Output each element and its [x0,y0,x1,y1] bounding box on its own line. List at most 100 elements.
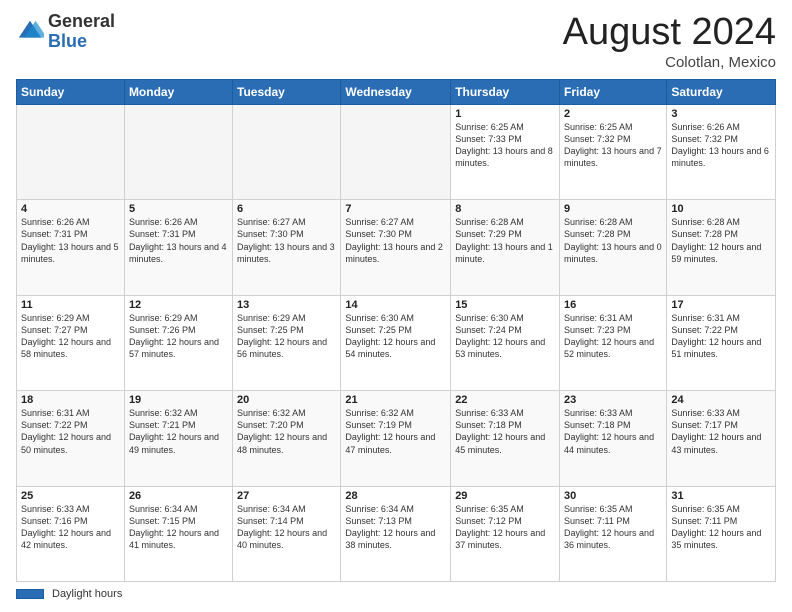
day-header-wednesday: Wednesday [341,79,451,104]
day-number: 27 [237,490,336,502]
day-number: 25 [21,490,120,502]
calendar-cell [233,104,341,199]
calendar-cell [341,104,451,199]
day-info: Sunrise: 6:28 AM Sunset: 7:29 PM Dayligh… [455,216,555,265]
day-number: 6 [237,203,336,215]
day-header-monday: Monday [124,79,232,104]
day-number: 11 [21,299,120,311]
calendar-cell: 20Sunrise: 6:32 AM Sunset: 7:20 PM Dayli… [233,391,341,486]
calendar-cell: 9Sunrise: 6:28 AM Sunset: 7:28 PM Daylig… [560,200,667,295]
day-info: Sunrise: 6:33 AM Sunset: 7:18 PM Dayligh… [564,407,662,456]
day-number: 15 [455,299,555,311]
day-info: Sunrise: 6:26 AM Sunset: 7:32 PM Dayligh… [671,121,771,170]
day-info: Sunrise: 6:25 AM Sunset: 7:32 PM Dayligh… [564,121,662,170]
week-row-2: 4Sunrise: 6:26 AM Sunset: 7:31 PM Daylig… [17,200,776,295]
day-header-saturday: Saturday [667,79,776,104]
calendar-cell: 1Sunrise: 6:25 AM Sunset: 7:33 PM Daylig… [451,104,560,199]
calendar-header: SundayMondayTuesdayWednesdayThursdayFrid… [17,79,776,104]
calendar-cell: 10Sunrise: 6:28 AM Sunset: 7:28 PM Dayli… [667,200,776,295]
day-info: Sunrise: 6:29 AM Sunset: 7:26 PM Dayligh… [129,312,228,361]
calendar-body: 1Sunrise: 6:25 AM Sunset: 7:33 PM Daylig… [17,104,776,581]
calendar-cell: 24Sunrise: 6:33 AM Sunset: 7:17 PM Dayli… [667,391,776,486]
calendar-cell: 5Sunrise: 6:26 AM Sunset: 7:31 PM Daylig… [124,200,232,295]
day-info: Sunrise: 6:33 AM Sunset: 7:18 PM Dayligh… [455,407,555,456]
day-info: Sunrise: 6:32 AM Sunset: 7:20 PM Dayligh… [237,407,336,456]
day-number: 1 [455,108,555,120]
day-number: 22 [455,394,555,406]
day-number: 17 [671,299,771,311]
calendar-cell [17,104,125,199]
legend-bar [16,589,44,599]
calendar-cell: 18Sunrise: 6:31 AM Sunset: 7:22 PM Dayli… [17,391,125,486]
calendar-cell: 19Sunrise: 6:32 AM Sunset: 7:21 PM Dayli… [124,391,232,486]
day-header-tuesday: Tuesday [233,79,341,104]
day-info: Sunrise: 6:34 AM Sunset: 7:15 PM Dayligh… [129,503,228,552]
month-title: August 2024 [563,12,776,54]
day-info: Sunrise: 6:35 AM Sunset: 7:11 PM Dayligh… [564,503,662,552]
calendar-cell: 14Sunrise: 6:30 AM Sunset: 7:25 PM Dayli… [341,295,451,390]
day-number: 10 [671,203,771,215]
day-number: 4 [21,203,120,215]
day-number: 21 [345,394,446,406]
day-info: Sunrise: 6:33 AM Sunset: 7:17 PM Dayligh… [671,407,771,456]
week-row-5: 25Sunrise: 6:33 AM Sunset: 7:16 PM Dayli… [17,486,776,581]
calendar-cell: 6Sunrise: 6:27 AM Sunset: 7:30 PM Daylig… [233,200,341,295]
calendar-cell: 2Sunrise: 6:25 AM Sunset: 7:32 PM Daylig… [560,104,667,199]
logo-general-text: General [48,12,115,32]
day-header-sunday: Sunday [17,79,125,104]
day-header-thursday: Thursday [451,79,560,104]
day-number: 5 [129,203,228,215]
day-info: Sunrise: 6:34 AM Sunset: 7:13 PM Dayligh… [345,503,446,552]
header: General Blue August 2024 Colotlan, Mexic… [16,12,776,71]
day-number: 30 [564,490,662,502]
calendar-cell: 11Sunrise: 6:29 AM Sunset: 7:27 PM Dayli… [17,295,125,390]
day-info: Sunrise: 6:28 AM Sunset: 7:28 PM Dayligh… [671,216,771,265]
calendar-cell: 12Sunrise: 6:29 AM Sunset: 7:26 PM Dayli… [124,295,232,390]
location: Colotlan, Mexico [563,54,776,71]
day-info: Sunrise: 6:26 AM Sunset: 7:31 PM Dayligh… [21,216,120,265]
day-info: Sunrise: 6:30 AM Sunset: 7:24 PM Dayligh… [455,312,555,361]
day-info: Sunrise: 6:35 AM Sunset: 7:12 PM Dayligh… [455,503,555,552]
calendar-cell: 3Sunrise: 6:26 AM Sunset: 7:32 PM Daylig… [667,104,776,199]
day-info: Sunrise: 6:30 AM Sunset: 7:25 PM Dayligh… [345,312,446,361]
week-row-3: 11Sunrise: 6:29 AM Sunset: 7:27 PM Dayli… [17,295,776,390]
day-number: 18 [21,394,120,406]
logo-text: General Blue [48,12,115,52]
calendar-cell: 21Sunrise: 6:32 AM Sunset: 7:19 PM Dayli… [341,391,451,486]
week-row-1: 1Sunrise: 6:25 AM Sunset: 7:33 PM Daylig… [17,104,776,199]
day-number: 24 [671,394,771,406]
calendar-cell: 26Sunrise: 6:34 AM Sunset: 7:15 PM Dayli… [124,486,232,581]
calendar-cell: 23Sunrise: 6:33 AM Sunset: 7:18 PM Dayli… [560,391,667,486]
calendar-cell: 30Sunrise: 6:35 AM Sunset: 7:11 PM Dayli… [560,486,667,581]
logo-blue-text: Blue [48,32,115,52]
calendar-cell: 22Sunrise: 6:33 AM Sunset: 7:18 PM Dayli… [451,391,560,486]
day-header-friday: Friday [560,79,667,104]
day-info: Sunrise: 6:29 AM Sunset: 7:25 PM Dayligh… [237,312,336,361]
day-number: 20 [237,394,336,406]
day-number: 29 [455,490,555,502]
day-number: 31 [671,490,771,502]
calendar-cell: 8Sunrise: 6:28 AM Sunset: 7:29 PM Daylig… [451,200,560,295]
calendar-cell: 27Sunrise: 6:34 AM Sunset: 7:14 PM Dayli… [233,486,341,581]
day-info: Sunrise: 6:26 AM Sunset: 7:31 PM Dayligh… [129,216,228,265]
day-info: Sunrise: 6:31 AM Sunset: 7:22 PM Dayligh… [21,407,120,456]
day-number: 23 [564,394,662,406]
day-number: 14 [345,299,446,311]
day-number: 7 [345,203,446,215]
calendar-cell: 13Sunrise: 6:29 AM Sunset: 7:25 PM Dayli… [233,295,341,390]
calendar-cell: 25Sunrise: 6:33 AM Sunset: 7:16 PM Dayli… [17,486,125,581]
day-number: 12 [129,299,228,311]
day-info: Sunrise: 6:31 AM Sunset: 7:22 PM Dayligh… [671,312,771,361]
day-info: Sunrise: 6:32 AM Sunset: 7:21 PM Dayligh… [129,407,228,456]
day-number: 26 [129,490,228,502]
calendar-cell: 28Sunrise: 6:34 AM Sunset: 7:13 PM Dayli… [341,486,451,581]
day-number: 19 [129,394,228,406]
day-info: Sunrise: 6:28 AM Sunset: 7:28 PM Dayligh… [564,216,662,265]
calendar-cell: 7Sunrise: 6:27 AM Sunset: 7:30 PM Daylig… [341,200,451,295]
day-info: Sunrise: 6:31 AM Sunset: 7:23 PM Dayligh… [564,312,662,361]
day-info: Sunrise: 6:27 AM Sunset: 7:30 PM Dayligh… [345,216,446,265]
page: General Blue August 2024 Colotlan, Mexic… [0,0,792,612]
day-info: Sunrise: 6:27 AM Sunset: 7:30 PM Dayligh… [237,216,336,265]
calendar-cell: 4Sunrise: 6:26 AM Sunset: 7:31 PM Daylig… [17,200,125,295]
legend-label: Daylight hours [52,588,122,600]
